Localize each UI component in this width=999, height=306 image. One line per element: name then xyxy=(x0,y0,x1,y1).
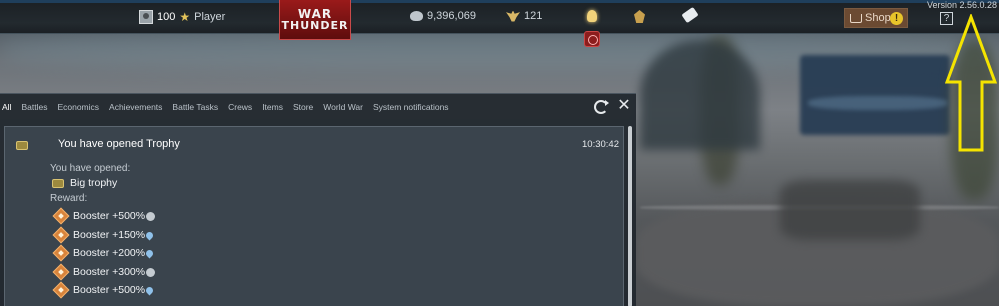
research-points-icon xyxy=(144,285,155,295)
cart-icon xyxy=(850,13,862,23)
tab-all[interactable]: All xyxy=(0,94,16,120)
silver-lions-icon xyxy=(146,211,156,221)
booster-icon xyxy=(52,207,70,225)
top-bar-accent xyxy=(0,0,999,3)
ticket-icon xyxy=(681,6,699,24)
shop-button[interactable]: Shop ! xyxy=(844,8,908,28)
background-hangar xyxy=(640,40,760,150)
premium-button[interactable] xyxy=(634,10,645,23)
silver-lions-value: 9,396,069 xyxy=(427,10,476,22)
tab-store[interactable]: Store xyxy=(288,94,318,120)
reward-item: Booster +500% xyxy=(52,281,155,299)
booster-icon xyxy=(52,281,70,299)
reward-item-label: Booster +150% xyxy=(73,229,146,241)
lightbulb-icon xyxy=(587,10,597,22)
golden-eagle-icon xyxy=(506,10,520,22)
notifications-panel: All Battles Economics Achievements Battl… xyxy=(0,93,636,306)
tab-crews[interactable]: Crews xyxy=(223,94,257,120)
reward-item: Booster +150% xyxy=(52,226,155,244)
player-level: 100 xyxy=(157,11,176,23)
refresh-icon[interactable] xyxy=(594,100,609,114)
reward-item: Booster +300% xyxy=(52,263,156,281)
silver-lions-icon xyxy=(146,267,156,277)
reward-item-label: Booster +300% xyxy=(73,266,146,278)
booster-icon xyxy=(52,244,70,262)
tab-achievements[interactable]: Achievements xyxy=(104,94,167,120)
shop-label: Shop xyxy=(865,12,891,24)
player-profile[interactable]: 100 ★ Player xyxy=(139,10,225,24)
research-points-icon xyxy=(144,230,155,240)
reward-item-label: Booster +500% xyxy=(73,284,146,296)
silver-lions-icon xyxy=(410,11,423,21)
close-icon[interactable]: ✕ xyxy=(617,98,631,114)
trophy-chest-icon xyxy=(16,141,28,150)
silver-lions-balance[interactable]: 9,396,069 xyxy=(410,10,476,22)
notification-title: You have opened Trophy xyxy=(58,138,180,150)
notification-card[interactable]: You have opened Trophy 10:30:42 You have… xyxy=(4,126,624,306)
big-trophy-chest-icon xyxy=(52,178,64,188)
golden-eagles-value: 121 xyxy=(524,10,543,22)
tab-items[interactable]: Items xyxy=(257,94,288,120)
opened-item-name: Big trophy xyxy=(70,177,118,189)
notification-tabs: All Battles Economics Achievements Battl… xyxy=(0,94,454,120)
research-button[interactable] xyxy=(587,10,597,22)
war-thunder-logo[interactable]: WAR THUNDER xyxy=(279,0,351,40)
opened-item: Big trophy xyxy=(52,177,117,189)
reward-item-label: Booster +200% xyxy=(73,247,146,259)
warbond-button[interactable] xyxy=(681,6,699,24)
reward-item-label: Booster +500% xyxy=(73,210,146,222)
reward-item: Booster +500% xyxy=(52,207,156,225)
booster-icon xyxy=(52,226,70,244)
scrollbar[interactable] xyxy=(628,126,632,306)
player-name: Player xyxy=(194,11,226,23)
background-billboard xyxy=(800,55,950,135)
reward-label: Reward: xyxy=(50,193,88,204)
top-bar: 100 ★ Player WAR THUNDER 9,396,069 121 S… xyxy=(0,0,999,40)
opened-label: You have opened: xyxy=(50,163,131,174)
golden-eagles-balance[interactable]: 121 xyxy=(506,10,542,22)
notification-alert-icon[interactable] xyxy=(584,31,600,47)
premium-gem-icon xyxy=(634,10,645,23)
reward-item: Booster +200% xyxy=(52,244,155,262)
booster-icon xyxy=(52,263,70,281)
annotation-arrow-icon xyxy=(945,14,997,152)
rank-star-icon: ★ xyxy=(179,10,191,24)
tab-battle-tasks[interactable]: Battle Tasks xyxy=(167,94,223,120)
version-label: Version 2.56.0.28 xyxy=(926,0,997,10)
background-vehicle xyxy=(780,180,920,240)
shop-alert-icon: ! xyxy=(890,12,903,25)
notification-time: 10:30:42 xyxy=(582,139,619,150)
tab-economics[interactable]: Economics xyxy=(52,94,104,120)
background-billboard-stripe xyxy=(808,96,948,110)
avatar[interactable] xyxy=(139,10,153,24)
tab-battles[interactable]: Battles xyxy=(16,94,52,120)
research-points-icon xyxy=(144,248,155,258)
tab-system-notifications[interactable]: System notifications xyxy=(368,94,454,120)
logo-line-2: THUNDER xyxy=(281,19,349,32)
tab-world-war[interactable]: World War xyxy=(318,94,368,120)
